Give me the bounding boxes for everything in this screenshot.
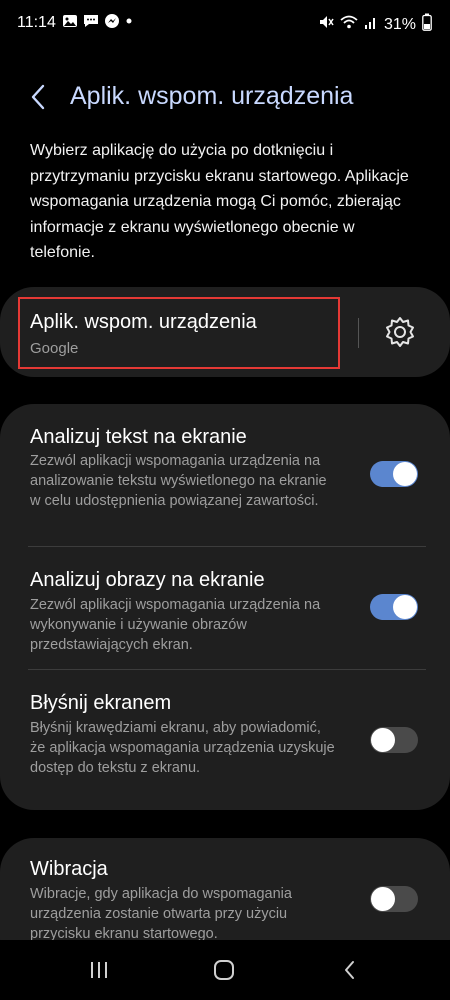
assist-app-value: Google xyxy=(30,340,79,357)
toggle-knob xyxy=(371,887,395,911)
analyze-images-toggle[interactable] xyxy=(370,594,418,620)
dot-icon xyxy=(124,13,134,34)
toggle-knob xyxy=(393,462,417,486)
settings-card: Analizuj tekst na ekranie Zezwól aplikac… xyxy=(0,404,450,810)
vertical-divider xyxy=(358,318,359,348)
toggle-knob xyxy=(393,595,417,619)
assist-app-title: Aplik. wspom. urządzenia xyxy=(30,311,257,333)
status-bar: 11:14 31% xyxy=(0,0,450,50)
setting-title: Analizuj tekst na ekranie xyxy=(30,426,247,448)
messages-icon xyxy=(82,13,100,34)
setting-row-analyze-text[interactable]: Analizuj tekst na ekranie Zezwól aplikac… xyxy=(0,404,450,546)
home-icon[interactable] xyxy=(212,958,236,982)
battery-icon xyxy=(422,13,432,36)
mute-icon xyxy=(318,14,334,35)
recent-apps-icon[interactable] xyxy=(87,958,111,982)
setting-description: Zezwól aplikacji wspomagania urządzenia … xyxy=(30,453,327,509)
status-time: 11:14 xyxy=(17,14,56,31)
setting-description: Wibracje, gdy aplikacja do wspomagania u… xyxy=(30,886,292,942)
toggle-knob xyxy=(371,728,395,752)
system-icons: 31% xyxy=(318,13,432,36)
flash-screen-toggle[interactable] xyxy=(370,727,418,753)
setting-title: Wibracja xyxy=(30,858,108,880)
back-icon[interactable] xyxy=(338,958,362,982)
vibration-toggle[interactable] xyxy=(370,886,418,912)
signal-icon xyxy=(364,14,378,35)
notification-icons xyxy=(62,13,134,34)
analyze-text-toggle[interactable] xyxy=(370,461,418,487)
back-arrow-icon[interactable] xyxy=(24,82,54,112)
setting-row-analyze-images[interactable]: Analizuj obrazy na ekranie Zezwól aplika… xyxy=(0,547,450,669)
messenger-icon xyxy=(104,13,120,34)
battery-percent: 31% xyxy=(383,15,416,33)
setting-description: Błyśnij krawędziami ekranu, aby powiadom… xyxy=(30,720,335,776)
setting-row-flash-screen[interactable]: Błyśnij ekranem Błyśnij krawędziami ekra… xyxy=(0,670,450,810)
gear-icon[interactable] xyxy=(382,314,418,350)
app-header: Aplik. wspom. urządzenia xyxy=(0,72,450,124)
intro-description: Wybierz aplikację do użycia po dotknięci… xyxy=(30,142,409,262)
setting-description: Zezwól aplikacji wspomagania urządzenia … xyxy=(30,597,321,653)
navigation-bar xyxy=(0,940,450,1000)
setting-title: Analizuj obrazy na ekranie xyxy=(30,569,265,591)
setting-title: Błyśnij ekranem xyxy=(30,692,172,714)
wifi-icon xyxy=(340,14,358,35)
gallery-icon xyxy=(62,13,78,34)
page-title: Aplik. wspom. urządzenia xyxy=(70,82,354,110)
